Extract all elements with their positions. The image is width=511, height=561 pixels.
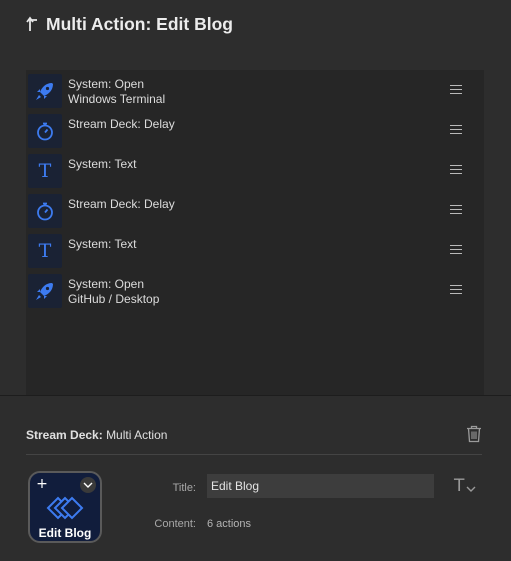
rocket-icon	[28, 74, 62, 108]
drag-handle-icon[interactable]	[450, 285, 462, 294]
action-label: System: Open GitHub / Desktop	[68, 277, 160, 306]
action-item[interactable]: T System: Text	[26, 232, 484, 268]
chevron-down-icon	[466, 477, 476, 496]
page-title: Multi Action: Edit Blog	[46, 13, 233, 34]
title-label: Title:	[172, 482, 196, 494]
action-list: System: Open Windows Terminal Stream Dec…	[26, 70, 484, 396]
action-label: System: Text	[68, 157, 137, 171]
rocket-icon	[28, 274, 62, 308]
text-t-icon: T	[28, 154, 62, 188]
action-item[interactable]: T System: Text	[26, 152, 484, 188]
text-t-icon: T	[28, 234, 62, 268]
action-type-heading: Stream Deck: Multi Action	[26, 428, 167, 442]
action-item[interactable]: Stream Deck: Delay	[26, 112, 484, 148]
text-style-button[interactable]: T	[454, 476, 482, 496]
stopwatch-icon	[28, 114, 62, 148]
action-type: Multi Action	[106, 428, 168, 442]
multi-action-icon	[44, 491, 88, 525]
property-inspector: Stream Deck: Multi Action + Edit Blog Ti…	[0, 396, 511, 561]
drag-handle-icon[interactable]	[450, 125, 462, 134]
page-header: Multi Action: Edit Blog	[26, 12, 233, 36]
back-arrow-icon[interactable]	[26, 15, 40, 33]
drag-handle-icon[interactable]	[450, 165, 462, 174]
drag-handle-icon[interactable]	[450, 85, 462, 94]
plugin-name: Stream Deck:	[26, 428, 103, 442]
action-label: Stream Deck: Delay	[68, 197, 175, 211]
action-item[interactable]: System: Open GitHub / Desktop	[26, 272, 484, 308]
action-item[interactable]: Stream Deck: Delay	[26, 192, 484, 228]
key-title: Edit Blog	[38, 526, 92, 540]
action-label: Stream Deck: Delay	[68, 117, 175, 131]
trash-icon[interactable]	[466, 425, 482, 443]
action-item[interactable]: System: Open Windows Terminal	[26, 72, 484, 108]
stopwatch-icon	[28, 194, 62, 228]
action-label: System: Open Windows Terminal	[68, 77, 166, 106]
action-label: System: Text	[68, 237, 137, 251]
drag-handle-icon[interactable]	[450, 205, 462, 214]
content-value: 6 actions	[207, 518, 252, 530]
section-divider	[26, 454, 482, 455]
key-preview[interactable]: + Edit Blog	[28, 471, 102, 543]
content-label: Content:	[154, 518, 196, 530]
title-input[interactable]: Edit Blog	[207, 474, 434, 498]
drag-handle-icon[interactable]	[450, 245, 462, 254]
text-format-icon: T	[454, 476, 465, 496]
